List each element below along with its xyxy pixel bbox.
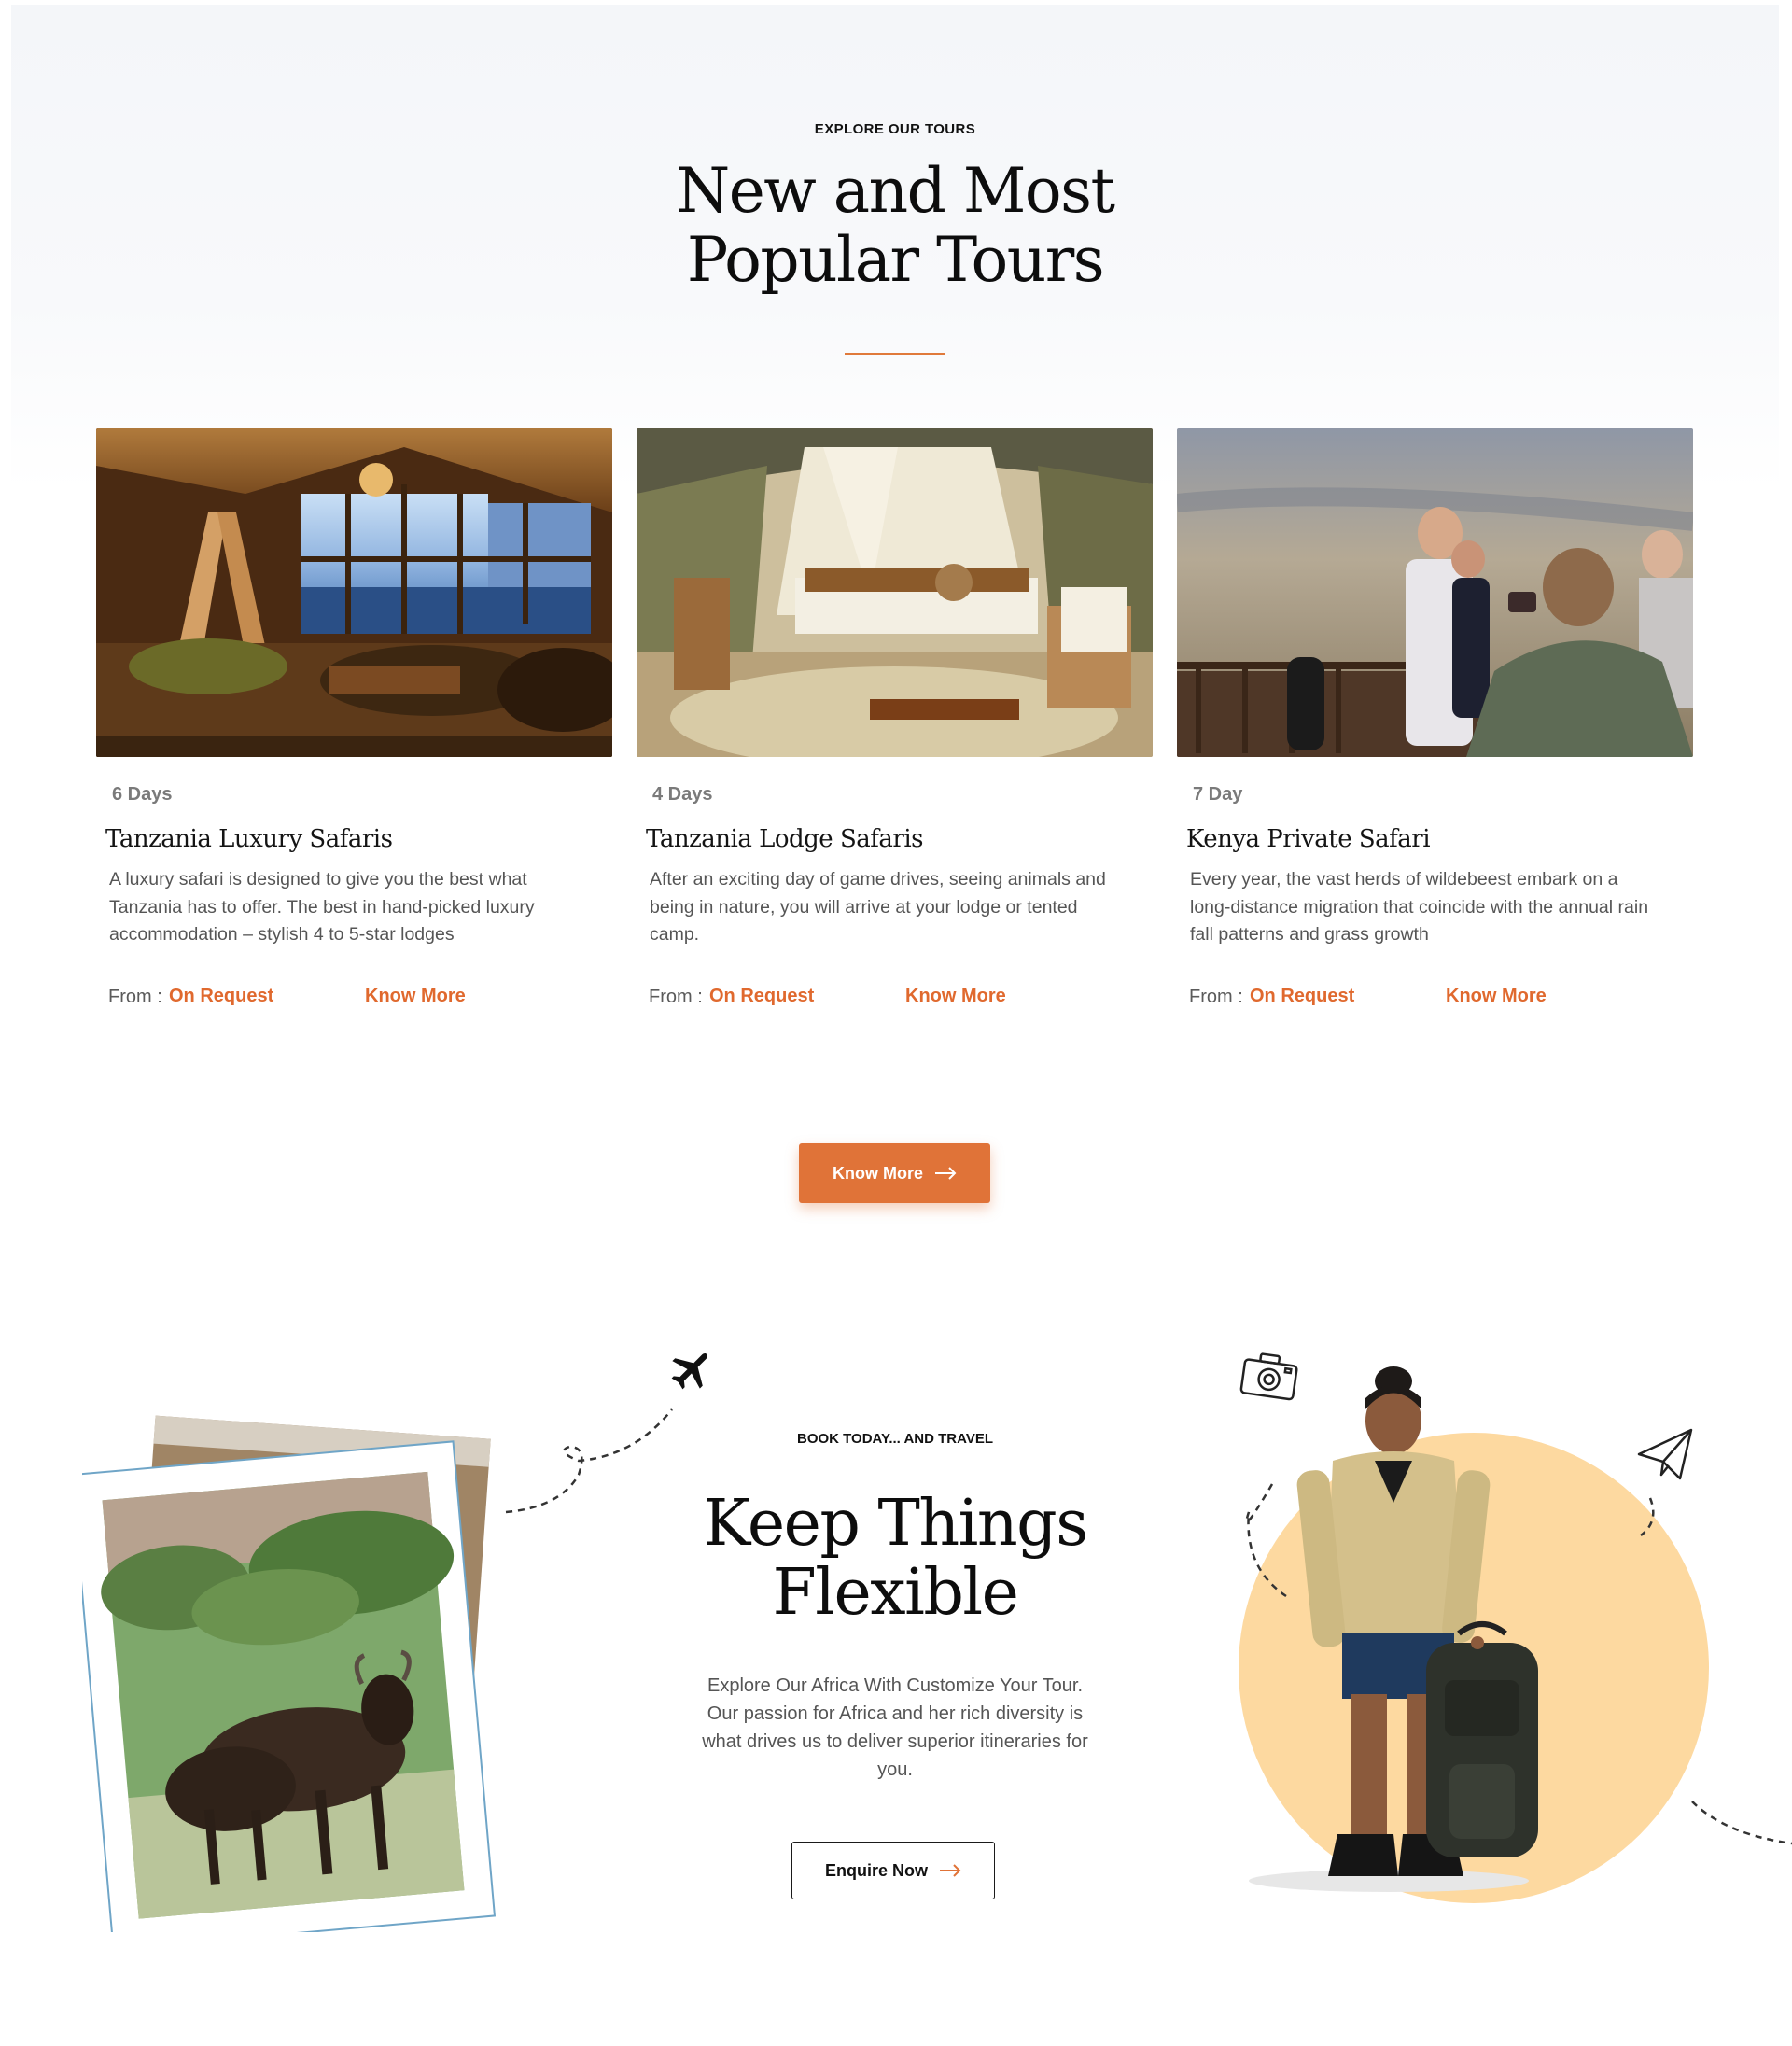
camera-icon [1239,1352,1298,1401]
tour-card: 7 Day Kenya Private Safari Every year, t… [1177,428,1693,1007]
tour-duration: 4 Days [652,784,713,805]
tour-title[interactable]: Tanzania Lodge Safaris [646,825,923,853]
enquire-now-label: Enquire Now [824,1860,928,1880]
tour-card: 6 Days Tanzania Luxury Safaris A luxury … [96,428,612,1007]
tour-know-more-link[interactable]: Know More [365,986,466,1007]
enquire-now-button[interactable]: Enquire Now [791,1842,995,1899]
booking-title-line2: Flexible [772,1556,1019,1630]
tour-from-label: From : [649,987,703,1007]
booking-description: Explore Our Africa With Customize Your T… [702,1675,1088,1780]
tours-title-line1: New and Most [676,155,1115,227]
tours-title-line2: Popular Tours [686,224,1105,296]
tour-card: 4 Days Tanzania Lodge Safaris After an e… [637,428,1153,1007]
photo-stack [70,1391,549,1951]
tour-image-tented-camp[interactable] [637,428,1153,757]
tour-title[interactable]: Kenya Private Safari [1186,825,1431,853]
know-more-button[interactable]: Know More [799,1143,990,1203]
tour-know-more-link[interactable]: Know More [905,986,1006,1007]
paper-plane-icon [1637,1428,1693,1480]
tour-from-label: From : [108,987,162,1007]
know-more-button-label: Know More [833,1163,923,1183]
tours-eyebrow: EXPLORE OUR TOURS [814,121,976,137]
tour-from-label: From : [1189,987,1243,1007]
traveller-illustration [1221,1353,1792,1913]
airplane-icon [671,1352,708,1390]
tour-duration: 6 Days [112,784,173,805]
tour-title[interactable]: Tanzania Luxury Safaris [105,825,393,853]
booking-eyebrow: BOOK TODAY... AND TRAVEL [796,1431,994,1447]
tour-image-lodge-interior[interactable] [96,428,612,757]
booking-title-line1: Keep Things [703,1487,1088,1561]
title-divider [845,353,945,355]
tour-image-crater-tourists[interactable] [1177,428,1693,757]
tour-price: On Request [1250,986,1355,1006]
tour-description: Every year, the vast herds of wildebeest… [1190,869,1649,945]
tour-duration: 7 Day [1193,784,1243,805]
tour-description: After an exciting day of game drives, se… [650,869,1106,945]
tour-know-more-link[interactable]: Know More [1446,986,1547,1007]
tour-description: A luxury safari is designed to give you … [109,869,535,945]
tour-price: On Request [709,986,815,1006]
tour-price: On Request [169,986,274,1006]
arrow-right-icon [940,1864,961,1877]
arrow-right-icon [935,1167,957,1180]
